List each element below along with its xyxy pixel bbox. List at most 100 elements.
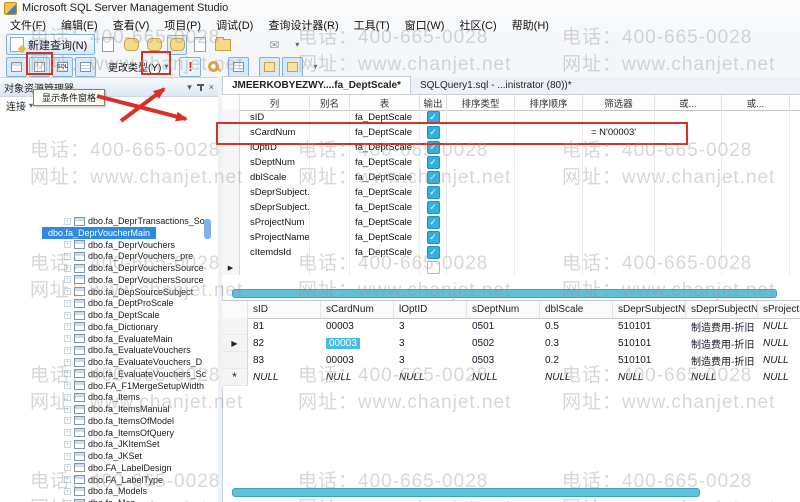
results-cell[interactable]: NULL: [467, 369, 540, 386]
tree-item[interactable]: + dbo.fa_JKSet: [64, 450, 142, 462]
results-cell[interactable]: 510101: [613, 318, 686, 335]
tree-item[interactable]: + dbo.FA_LabelType: [64, 474, 163, 486]
criteria-cell[interactable]: [447, 155, 515, 170]
criteria-cell[interactable]: fa_DeptScale: [350, 185, 420, 200]
criteria-cell[interactable]: [583, 185, 655, 200]
open-folder-icon[interactable]: [213, 35, 233, 55]
new-document-icon[interactable]: [98, 35, 118, 55]
criteria-cell[interactable]: [310, 245, 350, 260]
criteria-cell[interactable]: [790, 170, 800, 185]
execute-button[interactable]: !: [179, 56, 202, 77]
criteria-output-cell[interactable]: ✓: [420, 155, 447, 170]
criteria-row[interactable]: sProjectName fa_DeptScale ✓: [222, 230, 800, 245]
criteria-column-header[interactable]: 排序类型: [447, 95, 515, 110]
criteria-column-header[interactable]: 筛选器: [583, 95, 655, 110]
criteria-row[interactable]: sDeprSubject... fa_DeptScale ✓: [222, 185, 800, 200]
menu-item[interactable]: 窗口(W): [405, 17, 445, 33]
output-checkbox[interactable]: ✓: [426, 216, 440, 229]
tree-item[interactable]: + dbo.FA_LabelDesign: [64, 462, 172, 474]
tree-expander-icon[interactable]: +: [64, 358, 71, 366]
criteria-cell[interactable]: [655, 200, 722, 215]
criteria-cell[interactable]: [447, 260, 515, 275]
criteria-cell[interactable]: [240, 260, 310, 275]
tree-item[interactable]: + dbo.fa_EvaluateVouchers: [64, 344, 191, 356]
show-results-pane-button[interactable]: [75, 56, 96, 77]
criteria-cell[interactable]: [583, 260, 655, 275]
criteria-row[interactable]: sProjectNum fa_DeptScale ✓: [222, 215, 800, 230]
show-sql-pane-button[interactable]: SQL: [52, 56, 73, 77]
criteria-cell[interactable]: [583, 230, 655, 245]
tree-item[interactable]: + dbo.fa_ItemsOfModel: [64, 415, 174, 427]
tree-item[interactable]: + dbo.fa_Items: [64, 391, 140, 403]
menu-item[interactable]: 工具(T): [354, 17, 390, 33]
criteria-cell[interactable]: [447, 230, 515, 245]
criteria-cell[interactable]: [515, 245, 583, 260]
criteria-cell[interactable]: [515, 230, 583, 245]
criteria-column-header[interactable]: 或...: [790, 95, 800, 110]
results-cell[interactable]: 81: [248, 318, 321, 335]
tree-expander-icon[interactable]: +: [64, 217, 71, 225]
results-row[interactable]: 81 00003 3 0501 0.5 510101 制造费用-折旧 NULL: [222, 318, 800, 335]
criteria-column-header[interactable]: 排序顺序: [515, 95, 583, 110]
criteria-output-cell[interactable]: [420, 260, 447, 275]
results-row[interactable]: 83 00003 3 0503 0.2 510101 制造费用-折旧 NULL: [222, 352, 800, 369]
tree-scrollbar-thumb[interactable]: [204, 219, 211, 239]
tree-expander-icon[interactable]: +: [64, 487, 71, 495]
add-group-by-button[interactable]: [259, 56, 281, 77]
menu-item[interactable]: 文件(F): [10, 17, 46, 33]
results-row[interactable]: * NULL NULL NULL NULL NULL NULL NULL NULL: [222, 369, 800, 386]
toolbar1-overflow-icon[interactable]: ▾: [287, 35, 307, 55]
close-icon[interactable]: ×: [209, 82, 214, 92]
results-column-header[interactable]: sID: [248, 301, 321, 318]
tree-expander-icon[interactable]: +: [64, 464, 71, 472]
criteria-cell[interactable]: [790, 125, 800, 140]
results-cell[interactable]: NULL: [394, 369, 467, 386]
results-cell[interactable]: NULL: [613, 369, 686, 386]
tree-expander-icon[interactable]: +: [64, 264, 71, 272]
tree-expander-icon[interactable]: +: [64, 417, 71, 425]
database-copy-icon[interactable]: [121, 35, 141, 55]
criteria-cell[interactable]: [515, 170, 583, 185]
verify-sql-button[interactable]: [228, 56, 250, 77]
mail-icon[interactable]: ✉: [264, 35, 284, 55]
criteria-cell[interactable]: sProjectNum: [240, 215, 310, 230]
output-checkbox[interactable]: ✓: [426, 231, 440, 244]
results-column-header[interactable]: sDeprSubjectNum: [613, 301, 686, 318]
results-row[interactable]: ▶ 82 00003 3 0502 0.3 510101 制造费用-折旧 NULL: [222, 335, 800, 352]
criteria-cell[interactable]: [583, 245, 655, 260]
tree-item[interactable]: + dbo.fa_EvaluateVouchers_D: [64, 356, 202, 368]
tree-expander-icon[interactable]: +: [64, 299, 71, 307]
criteria-cell[interactable]: [655, 215, 722, 230]
results-cell[interactable]: 3: [394, 318, 467, 335]
tree-item[interactable]: + dbo.FA_F1MergeSetupWidth: [64, 380, 204, 392]
key-icon[interactable]: [203, 57, 223, 77]
results-column-header[interactable]: sCardNum: [321, 301, 394, 318]
results-cell[interactable]: 0.2: [540, 352, 613, 369]
criteria-row-header[interactable]: [222, 245, 240, 260]
criteria-output-cell[interactable]: ✓: [420, 245, 447, 260]
tree-item[interactable]: + dbo.fa_Models: [64, 485, 147, 497]
results-cell[interactable]: NULL: [686, 369, 758, 386]
criteria-cell[interactable]: [515, 215, 583, 230]
criteria-cell[interactable]: [447, 200, 515, 215]
results-cell[interactable]: 0.5: [540, 318, 613, 335]
window-position-icon[interactable]: ▾: [187, 82, 192, 93]
tree-expander-icon[interactable]: +: [64, 476, 71, 483]
criteria-output-cell[interactable]: ✓: [420, 215, 447, 230]
results-cell[interactable]: NULL: [758, 335, 800, 352]
criteria-column-header[interactable]: 别名: [310, 95, 350, 110]
criteria-output-cell[interactable]: ✓: [420, 170, 447, 185]
criteria-row[interactable]: cItemdsId fa_DeptScale ✓: [222, 245, 800, 260]
tree-item[interactable]: + dbo.fa_DeptScale: [64, 309, 160, 321]
results-cell[interactable]: 00003: [321, 352, 394, 369]
criteria-column-header[interactable]: 列: [240, 95, 310, 110]
criteria-cell[interactable]: [790, 245, 800, 260]
criteria-cell[interactable]: [447, 215, 515, 230]
menu-item[interactable]: 调试(D): [216, 17, 253, 33]
criteria-column-header[interactable]: 或...: [655, 95, 722, 110]
criteria-cell[interactable]: fa_DeptScale: [350, 230, 420, 245]
results-cell[interactable]: NULL: [758, 352, 800, 369]
tree-item[interactable]: + dbo.fa_DeprTransactions_So: [64, 215, 205, 227]
criteria-cell[interactable]: [722, 215, 790, 230]
tree-item[interactable]: +dbo.fa_Msg: [64, 497, 135, 502]
